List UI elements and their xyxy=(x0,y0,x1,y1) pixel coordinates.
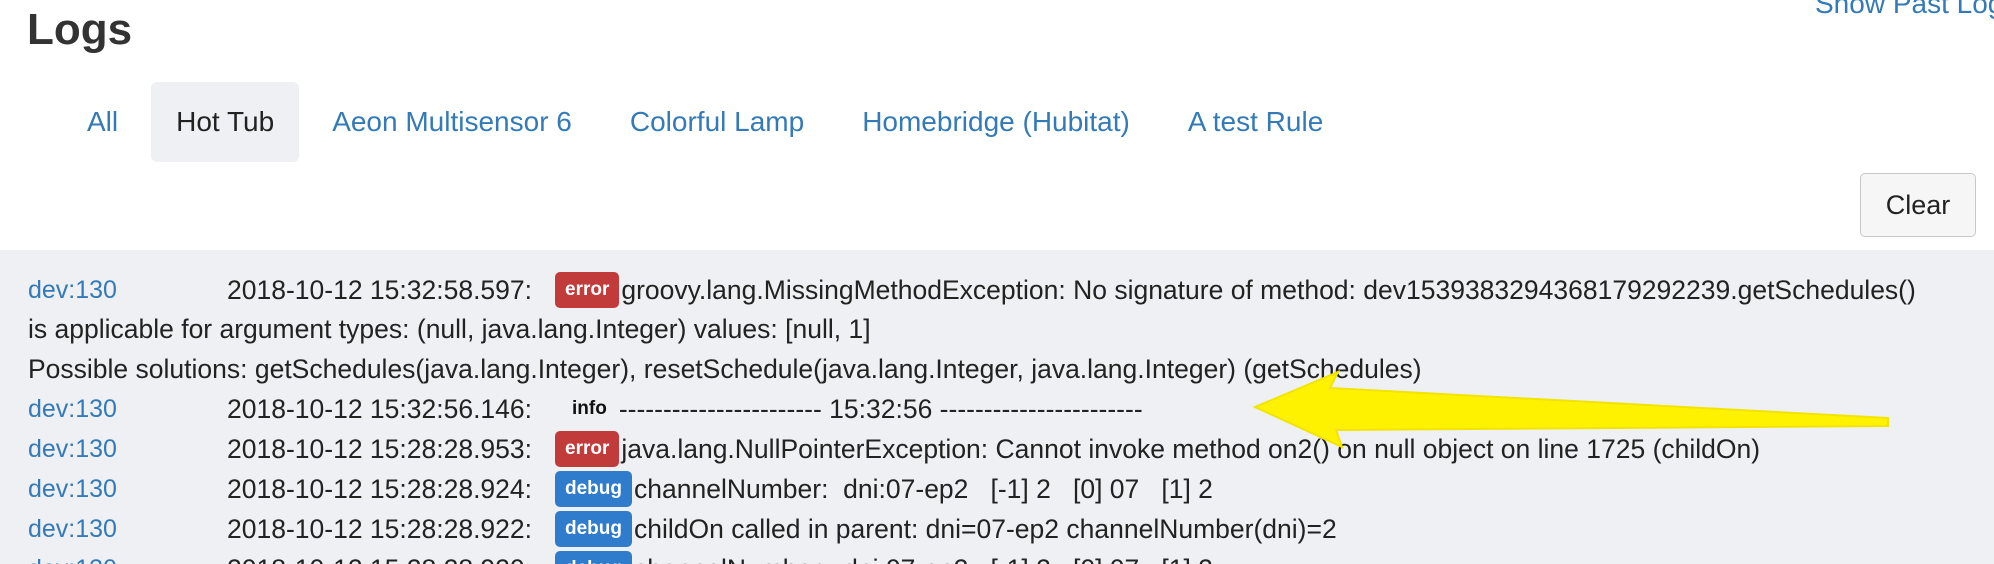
log-timestamp: 2018-10-12 15:32:56.146: xyxy=(227,393,533,424)
log-timestamp: 2018-10-12 15:28:28.920: xyxy=(227,554,532,564)
log-message: channelNumber: dni:07-ep2 [-1] 2 [0] 07 … xyxy=(634,473,1213,504)
log-source-link[interactable]: dev:130 xyxy=(28,515,117,544)
log-level-badge: debug xyxy=(555,551,632,564)
log-timestamp: 2018-10-12 15:28:28.953: xyxy=(227,433,533,464)
log-level-badge: debug xyxy=(555,471,632,507)
log-message: ----------------------- 15:32:56 -------… xyxy=(618,393,1143,424)
clear-button[interactable]: Clear xyxy=(1860,173,1976,237)
log-level-badge: info xyxy=(572,398,607,419)
log-source-link[interactable]: dev:130 xyxy=(28,395,117,424)
log-level-badge: debug xyxy=(555,511,632,547)
log-message: java.lang.NullPointerException: Cannot i… xyxy=(621,433,1761,464)
page-title: Logs xyxy=(27,5,133,54)
tab-a-test-rule[interactable]: A test Rule xyxy=(1163,82,1348,162)
tab-homebridge-hubitat[interactable]: Homebridge (Hubitat) xyxy=(837,82,1155,162)
log-message: childOn called in parent: dni=07-ep2 cha… xyxy=(634,513,1337,544)
tab-all[interactable]: All xyxy=(62,82,143,162)
show-past-logs-link[interactable]: Show Past Logs xyxy=(1815,0,1994,20)
tab-aeon-multisensor-6[interactable]: Aeon Multisensor 6 xyxy=(307,82,597,162)
log-level-badge: error xyxy=(555,272,620,308)
log-source-link[interactable]: dev:130 xyxy=(28,555,117,564)
log-level-badge: error xyxy=(555,431,620,467)
log-source-link[interactable]: dev:130 xyxy=(28,276,117,305)
log-filter-tabs: All Hot Tub Aeon Multisensor 6 Colorful … xyxy=(62,82,1356,162)
log-timestamp: 2018-10-12 15:28:28.924: xyxy=(227,473,533,504)
log-message: groovy.lang.MissingMethodException: No s… xyxy=(621,274,1916,305)
log-list: dev:130 2018-10-12 15:32:58.597: error g… xyxy=(0,250,1994,564)
log-message-continuation: Possible solutions: getSchedules(java.la… xyxy=(28,353,1422,384)
tab-hot-tub[interactable]: Hot Tub xyxy=(151,82,300,162)
tab-colorful-lamp[interactable]: Colorful Lamp xyxy=(605,82,829,162)
log-message-continuation: is applicable for argument types: (null,… xyxy=(28,313,871,344)
log-timestamp: 2018-10-12 15:32:58.597: xyxy=(227,274,533,305)
log-message: channelNumber: dni:07-ep2 [-1] 2 [0] 07 … xyxy=(634,554,1213,564)
log-source-link[interactable]: dev:130 xyxy=(28,475,117,504)
log-timestamp: 2018-10-12 15:28:28.922: xyxy=(227,513,533,544)
log-source-link[interactable]: dev:130 xyxy=(28,435,117,464)
